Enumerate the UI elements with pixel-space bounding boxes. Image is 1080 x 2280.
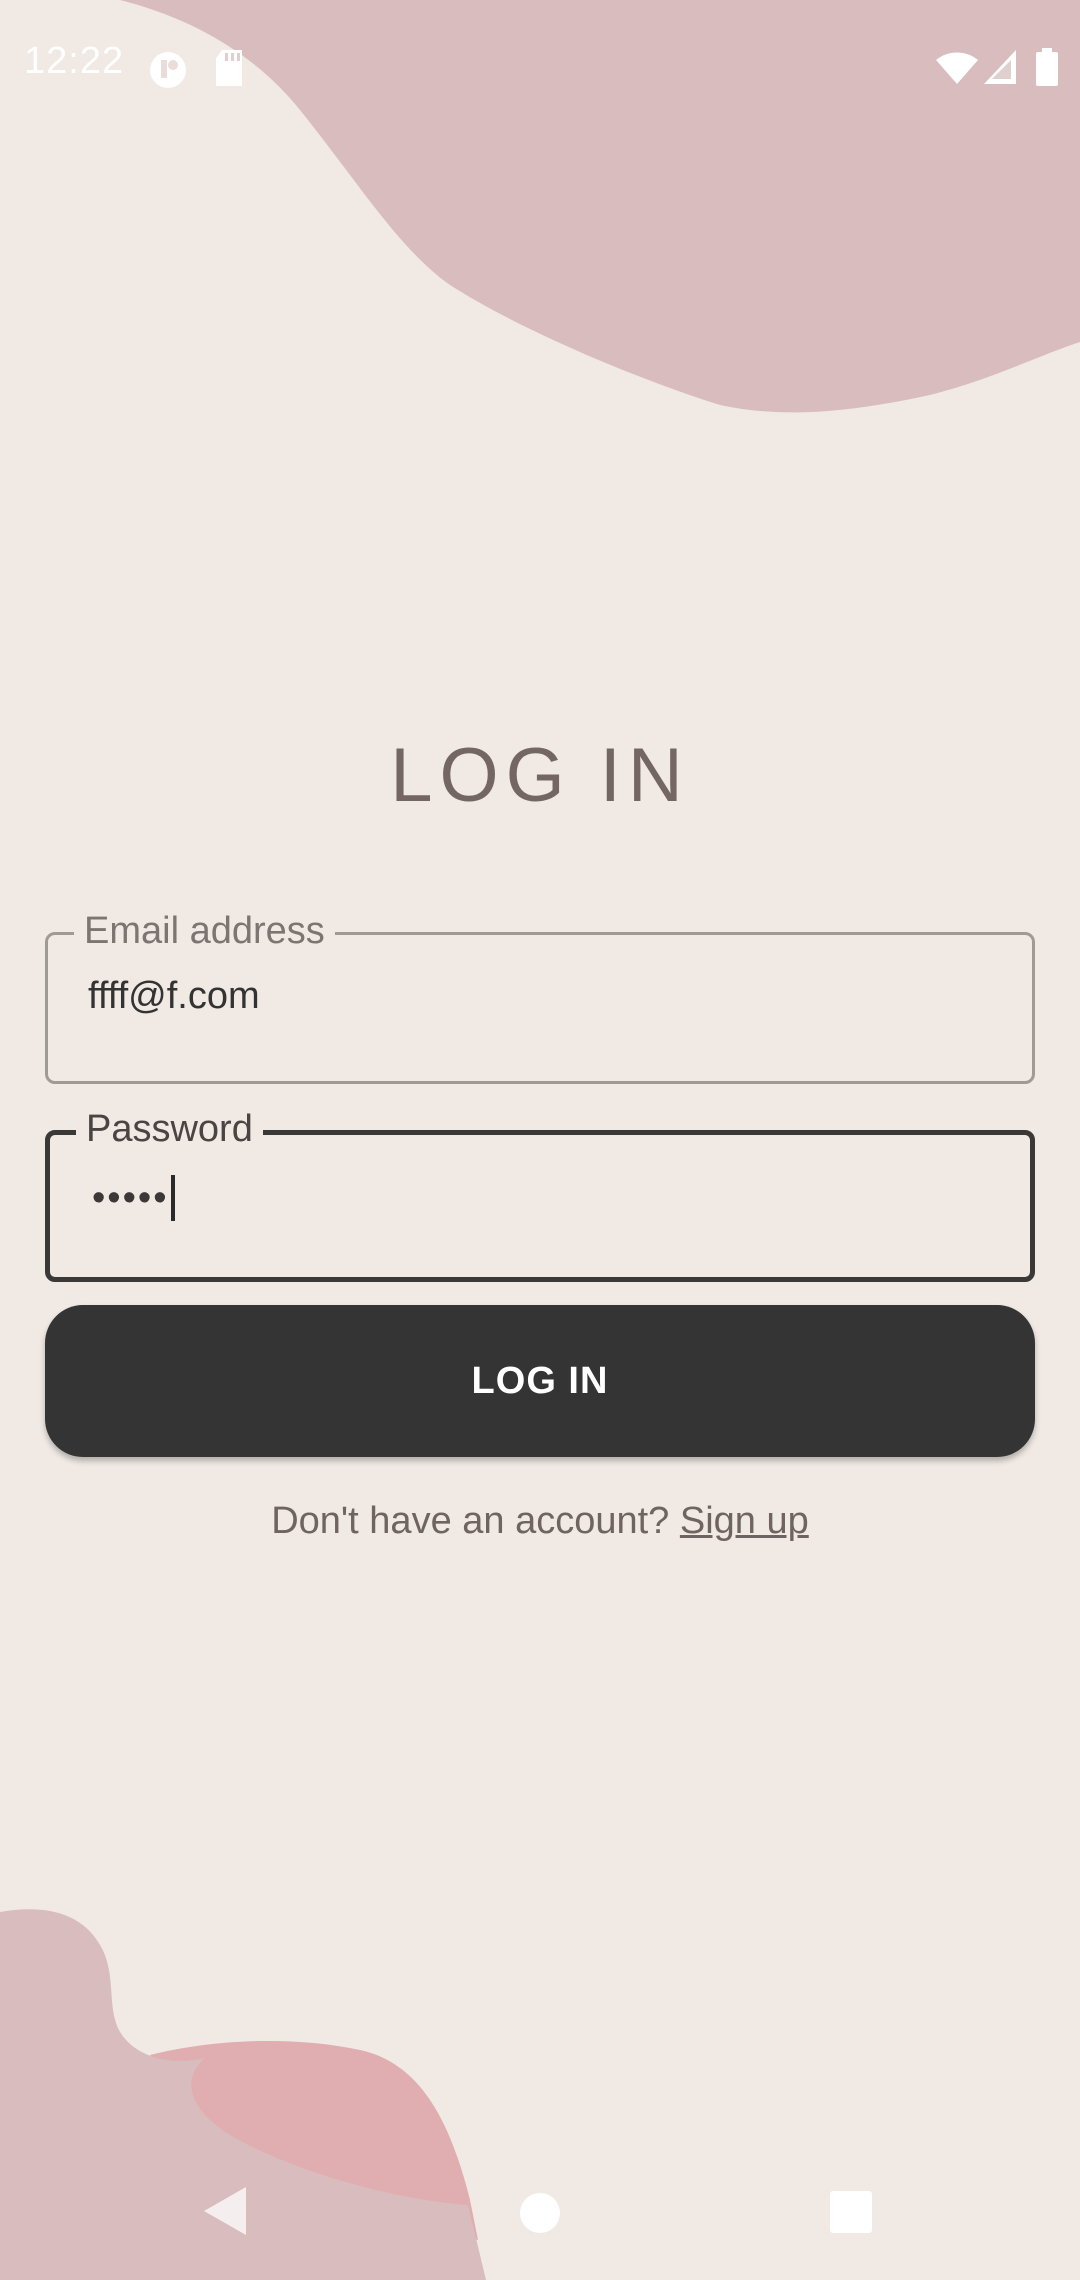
email-field[interactable]: Email address ffff@f.com (45, 907, 1035, 1084)
signup-link[interactable]: Sign up (680, 1500, 809, 1542)
wifi-icon (936, 52, 978, 84)
email-field-label: Email address (74, 907, 335, 955)
login-button[interactable]: LOG IN (45, 1305, 1035, 1457)
battery-icon (1036, 48, 1058, 86)
page-title: LOG IN (390, 733, 690, 818)
status-time: 12:22 (24, 40, 125, 82)
signup-prompt: Don't have an account? Sign up (0, 1500, 1080, 1543)
back-icon[interactable] (200, 2185, 248, 2237)
login-screen: 12:22 LOG IN Email address ffff@f.com Pa… (0, 0, 1080, 2280)
circle-app-icon (150, 52, 186, 88)
email-field-value: ffff@f.com (88, 975, 260, 1017)
password-masked-text: ••••• (92, 1176, 169, 1219)
password-field-label: Password (76, 1105, 263, 1153)
password-field[interactable]: Password ••••• (45, 1105, 1035, 1282)
signup-prompt-text: Don't have an account? (271, 1500, 670, 1542)
navigation-bar (0, 2155, 1080, 2280)
password-field-value: ••••• (92, 1175, 175, 1221)
sd-card-icon (216, 50, 242, 86)
text-cursor (170, 1175, 175, 1221)
recents-icon[interactable] (830, 2191, 872, 2233)
home-icon[interactable] (518, 2191, 562, 2235)
signal-icon (984, 50, 1016, 84)
status-bar: 12:22 (0, 0, 1080, 135)
